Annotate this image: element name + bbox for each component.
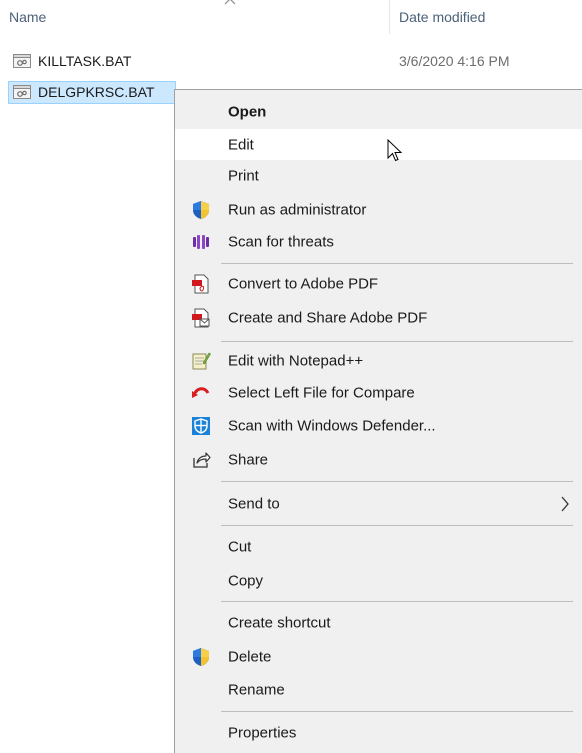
menu-item-label: Open: [228, 103, 267, 120]
menu-separator: [221, 525, 573, 526]
menu-item-cut[interactable]: Cut: [175, 531, 582, 562]
menu-item-label: Scan with Windows Defender...: [228, 417, 436, 434]
menu-item-create-and-share-adobe-pdf[interactable]: Create and Share Adobe PDF: [175, 302, 582, 333]
menu-item-label: Rename: [228, 681, 285, 698]
menu-item-create-shortcut[interactable]: Create shortcut: [175, 607, 582, 638]
menu-separator: [221, 341, 573, 342]
menu-separator: [221, 711, 573, 712]
menu-separator: [221, 601, 573, 602]
menu-item-copy[interactable]: Copy: [175, 565, 582, 596]
column-header-bar: Name Date modified: [0, 0, 582, 34]
file-explorer-view: Name Date modified KILLTASK.BAT 3/6/2020…: [0, 0, 582, 753]
compare-icon: [192, 386, 210, 398]
menu-separator: [221, 481, 573, 482]
menu-item-label: Properties: [228, 724, 297, 741]
windows-defender-icon: [192, 416, 210, 435]
menu-item-run-as-administrator[interactable]: Run as administrator: [175, 194, 582, 225]
notepadpp-icon: [192, 352, 211, 369]
menu-item-print[interactable]: Print: [175, 160, 582, 191]
file-row[interactable]: KILLTASK.BAT 3/6/2020 4:16 PM: [8, 50, 578, 73]
menu-item-rename[interactable]: Rename: [175, 674, 582, 705]
adobe-pdf-icon: [192, 274, 209, 293]
uac-shield-icon: [193, 647, 209, 666]
file-date-modified: 3/6/2020 4:16 PM: [399, 53, 510, 69]
menu-item-label: Edit with Notepad++: [228, 352, 364, 369]
menu-item-scan-for-threats[interactable]: Scan for threats: [175, 226, 582, 257]
menu-item-edit-with-notepadpp[interactable]: Edit with Notepad++: [175, 345, 582, 376]
menu-item-share[interactable]: Share: [175, 444, 582, 475]
malwarebytes-icon: [193, 234, 209, 249]
menu-item-label: Share: [228, 451, 269, 468]
menu-item-label: Create and Share Adobe PDF: [228, 309, 428, 326]
uac-shield-icon: [193, 200, 209, 219]
menu-item-properties[interactable]: Properties: [175, 717, 582, 748]
menu-item-label: Convert to Adobe PDF: [228, 275, 379, 292]
column-header-name[interactable]: Name: [9, 9, 46, 25]
menu-item-open[interactable]: Open: [175, 96, 582, 127]
menu-item-convert-to-adobe-pdf[interactable]: Convert to Adobe PDF: [175, 268, 582, 299]
menu-item-send-to[interactable]: Send to: [175, 488, 582, 519]
file-name: DELGPKRSC.BAT: [38, 84, 155, 100]
column-header-date-modified[interactable]: Date modified: [399, 9, 485, 25]
file-name: KILLTASK.BAT: [38, 53, 132, 69]
chevron-right-icon: [561, 496, 569, 511]
column-divider[interactable]: [389, 0, 390, 34]
sort-up-icon: [224, 0, 236, 5]
context-menu: Open Edit Print Run as administrator Sca…: [174, 89, 582, 753]
batch-file-icon: [13, 54, 31, 68]
menu-item-label: Run as administrator: [228, 201, 367, 218]
menu-item-label: Edit: [228, 136, 254, 153]
menu-item-label: Delete: [228, 648, 272, 665]
menu-item-label: Print: [228, 167, 259, 184]
menu-separator: [221, 263, 573, 264]
menu-item-label: Scan for threats: [228, 233, 334, 250]
share-icon: [193, 451, 211, 468]
file-row-selected[interactable]: DELGPKRSC.BAT: [8, 81, 176, 104]
menu-item-label: Copy: [228, 572, 264, 589]
adobe-share-pdf-icon: [192, 308, 210, 327]
mouse-pointer-icon: [387, 139, 403, 162]
menu-item-select-left-file-for-compare[interactable]: Select Left File for Compare: [175, 377, 582, 408]
menu-item-edit[interactable]: Edit: [175, 129, 582, 160]
batch-file-icon: [13, 85, 31, 99]
menu-item-label: Create shortcut: [228, 614, 331, 631]
menu-item-label: Send to: [228, 495, 280, 512]
menu-item-label: Cut: [228, 538, 252, 555]
menu-item-scan-with-windows-defender[interactable]: Scan with Windows Defender...: [175, 410, 582, 441]
menu-item-delete[interactable]: Delete: [175, 641, 582, 672]
menu-item-label: Select Left File for Compare: [228, 384, 415, 401]
